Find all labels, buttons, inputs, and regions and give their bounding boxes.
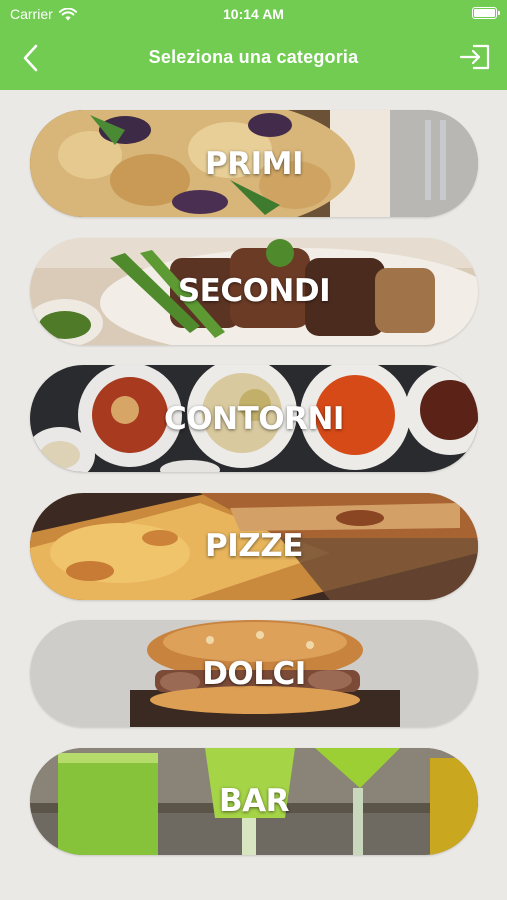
category-primi[interactable]: PRIMI — [30, 110, 478, 217]
category-label: SECONDI — [177, 273, 331, 309]
category-label: PIZZE — [205, 528, 303, 564]
category-label: DOLCI — [202, 655, 306, 692]
category-label: PRIMI — [204, 145, 304, 182]
logout-icon — [459, 44, 490, 70]
category-label: CONTORNI — [164, 400, 344, 437]
navigation-bar: Seleziona una categoria — [0, 36, 507, 80]
status-time: 10:14 AM — [223, 6, 284, 22]
category-secondi[interactable]: SECONDI — [30, 237, 478, 345]
category-list: PRIMI SECONDI CONTORNI PIZZE DOLCI BAR — [30, 110, 478, 875]
category-bar[interactable]: BAR — [30, 747, 478, 855]
category-pizze[interactable]: PIZZE — [30, 492, 478, 600]
category-label: BAR — [219, 783, 290, 819]
status-bar: Carrier 10:14 AM — [0, 0, 507, 30]
category-contorni[interactable]: CONTORNI — [30, 365, 478, 472]
app-header: Carrier 10:14 AM Seleziona una categoria — [0, 0, 507, 90]
category-dolci[interactable]: DOLCI — [30, 620, 478, 727]
logout-button[interactable] — [459, 42, 493, 72]
battery-icon — [472, 7, 500, 19]
page-title: Seleziona una categoria — [148, 47, 359, 67]
